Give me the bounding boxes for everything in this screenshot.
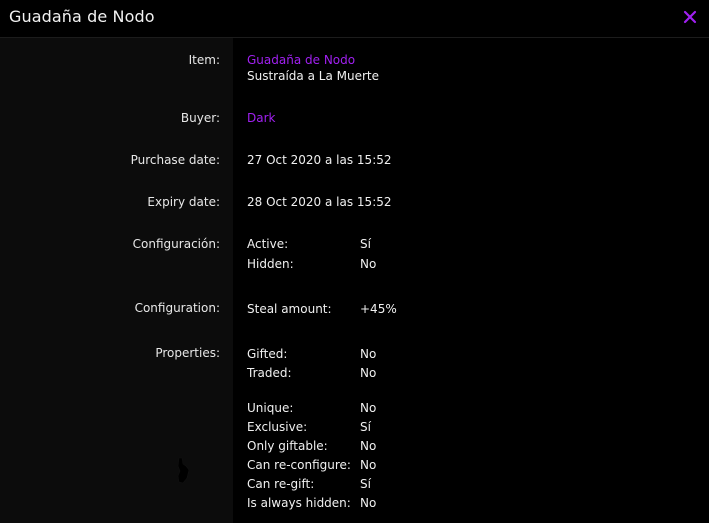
item-description: Sustraída a La Muerte	[247, 69, 379, 83]
unique-value: No	[360, 401, 377, 415]
configuration-label: Configuration:	[134, 301, 220, 315]
mouse-cursor-icon	[177, 457, 190, 484]
dialog-title: Guadaña de Nodo	[9, 7, 155, 26]
buyer-label: Buyer:	[180, 111, 220, 125]
is-always-hidden-key: Is always hidden:	[247, 496, 351, 510]
hidden-key: Hidden:	[247, 257, 294, 271]
close-button[interactable]	[681, 8, 699, 26]
properties-label: Properties:	[155, 346, 220, 360]
item-name-link[interactable]: Guadaña de Nodo	[247, 53, 355, 67]
active-value: Sí	[360, 237, 371, 251]
configuracion-label: Configuración:	[132, 237, 220, 251]
traded-value: No	[360, 366, 377, 380]
close-icon	[683, 10, 697, 24]
gifted-value: No	[360, 347, 377, 361]
purchase-date-label: Purchase date:	[130, 153, 220, 167]
purchase-date-value: 27 Oct 2020 a las 15:52	[247, 153, 392, 167]
expiry-date-label: Expiry date:	[147, 195, 220, 209]
unique-key: Unique:	[247, 401, 294, 415]
gifted-key: Gifted:	[247, 347, 288, 361]
hidden-value: No	[360, 257, 377, 271]
dialog-titlebar: Guadaña de Nodo	[0, 0, 709, 38]
traded-key: Traded:	[247, 366, 292, 380]
item-details-dialog: Guadaña de Nodo Item: Guadaña de Nodo Su…	[0, 0, 709, 523]
steal-amount-key: Steal amount:	[247, 302, 332, 316]
exclusive-value: Sí	[360, 420, 371, 434]
active-key: Active:	[247, 237, 289, 251]
can-reconfigure-value: No	[360, 458, 377, 472]
exclusive-key: Exclusive:	[247, 420, 308, 434]
is-always-hidden-value: No	[360, 496, 377, 510]
only-giftable-key: Only giftable:	[247, 439, 328, 453]
only-giftable-value: No	[360, 439, 377, 453]
item-label: Item:	[188, 53, 220, 67]
steal-amount-value: +45%	[360, 302, 397, 316]
can-regift-key: Can re-gift:	[247, 477, 315, 491]
can-reconfigure-key: Can re-configure:	[247, 458, 351, 472]
buyer-name-link[interactable]: Dark	[247, 111, 275, 125]
can-regift-value: Sí	[360, 477, 371, 491]
expiry-date-value: 28 Oct 2020 a las 15:52	[247, 195, 392, 209]
